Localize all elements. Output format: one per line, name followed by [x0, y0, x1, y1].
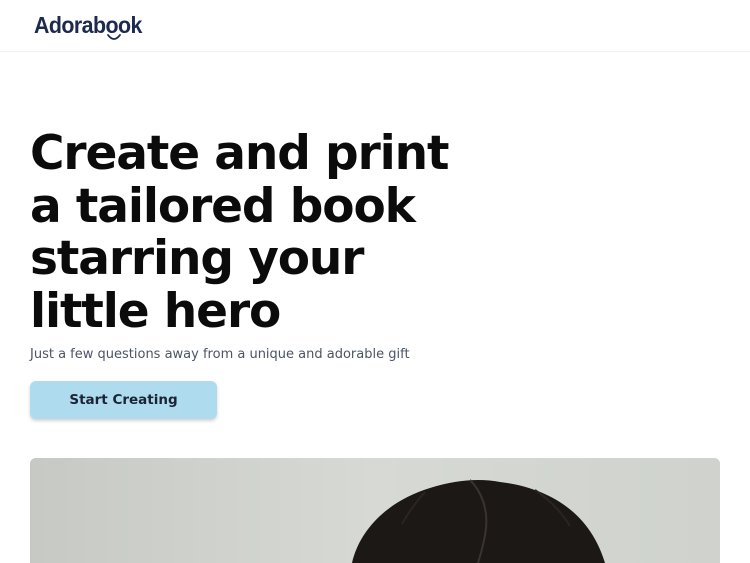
headline-line: a tailored book	[30, 178, 416, 234]
start-creating-button[interactable]: Start Creating	[30, 381, 217, 419]
child-photo-image	[30, 458, 720, 563]
hero-subtitle: Just a few questions away from a unique …	[30, 347, 410, 362]
hero-headline: Create and print a tailored book starrin…	[30, 126, 510, 339]
logo-smile-icon	[107, 34, 121, 40]
headline-line: starring your	[30, 231, 364, 286]
hero-photo	[30, 458, 720, 563]
hero-section: Create and print a tailored book starrin…	[30, 126, 510, 339]
logo: Adorabook	[34, 12, 142, 38]
headline-line: little hero	[30, 283, 281, 339]
top-navbar: Adorabook	[0, 0, 750, 52]
logo-link[interactable]: Adorabook	[34, 10, 150, 42]
headline-line: Create and print	[30, 126, 450, 181]
